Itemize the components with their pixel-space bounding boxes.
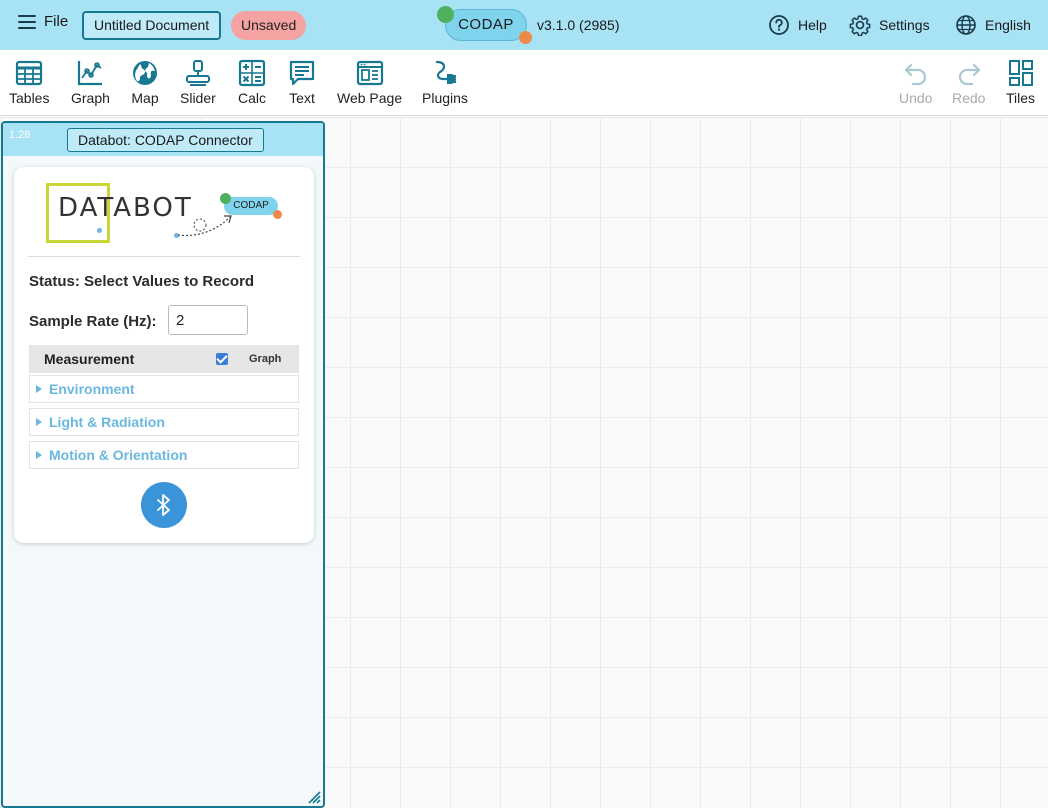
unsaved-badge: Unsaved (231, 11, 307, 40)
language-button[interactable]: English (955, 14, 1031, 36)
text-tool-label: Text (289, 90, 315, 106)
globe-icon (956, 15, 976, 35)
section-label: Light & Radiation (49, 414, 165, 430)
codap-logo: CODAP (437, 6, 532, 44)
file-menu-button[interactable]: File (18, 13, 68, 30)
graph-header-label: Graph (249, 353, 282, 365)
web-page-tool-label: Web Page (337, 90, 403, 106)
expand-arrow-icon (36, 451, 42, 459)
measurement-header: Measurement Graph (29, 345, 299, 373)
tiles-label: Tiles (1006, 90, 1036, 106)
document-title[interactable]: Untitled Document (82, 11, 222, 40)
undo-icon (904, 63, 926, 86)
plugins-tool-button[interactable]: Plugins (422, 59, 468, 106)
slider-icon (185, 60, 210, 86)
plugin-icon (435, 60, 456, 84)
graph-icon (78, 61, 103, 86)
undo-label: Undo (899, 90, 933, 106)
help-icon (769, 15, 789, 35)
databot-plugin-tile: 1.28 Databot: CODAP Connector DATABOT CO… (1, 121, 325, 808)
slider-tool-label: Slider (180, 90, 216, 106)
measurement-header-label: Measurement (44, 351, 135, 367)
tile-title-bar[interactable]: 1.28 Databot: CODAP Connector (3, 123, 323, 156)
expand-arrow-icon (36, 418, 42, 426)
tool-shelf: Tables Graph Map Slider Calc Text Web Pa… (0, 50, 1048, 116)
web-page-icon (356, 60, 383, 86)
redo-label: Redo (952, 90, 986, 106)
tile-version: 1.28 (9, 129, 31, 141)
redo-button[interactable]: Redo (952, 59, 985, 106)
text-icon (289, 60, 315, 86)
globe-icon (133, 61, 157, 85)
tiles-button[interactable]: Tiles (1006, 59, 1035, 106)
text-tool-button[interactable]: Text (288, 59, 316, 106)
section-light-radiation[interactable]: Light & Radiation (29, 408, 299, 436)
mini-codap-text: CODAP (233, 200, 269, 211)
help-button[interactable]: Help (768, 14, 827, 36)
app-name: CODAP (458, 16, 514, 33)
settings-label: Settings (879, 17, 930, 33)
plugins-tool-label: Plugins (422, 90, 468, 106)
section-motion-orientation[interactable]: Motion & Orientation (29, 441, 299, 469)
mini-green-dot (220, 193, 231, 204)
databot-panel: DATABOT CODAP Status: Select Values to R… (14, 167, 314, 543)
tiles-icon (1008, 60, 1033, 86)
calc-tool-button[interactable]: Calc (238, 59, 266, 106)
logo-arrow-icon (177, 215, 232, 237)
status-text: Status: Select Values to Record (29, 273, 255, 290)
redo-icon (958, 63, 980, 86)
tile-title[interactable]: Databot: CODAP Connector (67, 128, 264, 152)
logo-orange-dot (519, 31, 532, 44)
mini-orange-dot (273, 210, 282, 219)
hamburger-icon (18, 14, 36, 29)
file-menu-label: File (44, 13, 69, 30)
tables-tool-button[interactable]: Tables (9, 59, 49, 106)
menu-bar: File Untitled Document Unsaved CODAP v3.… (0, 0, 1048, 50)
web-page-tool-button[interactable]: Web Page (337, 59, 402, 106)
expand-arrow-icon (36, 385, 42, 393)
table-icon (16, 60, 43, 86)
app-version: v3.1.0 (2985) (537, 17, 620, 33)
language-label: English (985, 17, 1031, 33)
bluetooth-icon (157, 494, 170, 516)
graph-all-checkbox[interactable] (216, 353, 228, 365)
databot-logo-text: DATABOT (58, 193, 193, 223)
calc-tool-label: Calc (238, 90, 267, 106)
calculator-icon (238, 59, 266, 87)
section-environment[interactable]: Environment (29, 375, 299, 403)
map-tool-label: Map (131, 90, 159, 106)
gear-icon (849, 15, 871, 36)
logo-dot (97, 228, 102, 233)
sample-rate-input[interactable] (168, 305, 248, 335)
graph-tool-label: Graph (71, 90, 110, 106)
section-label: Environment (49, 381, 135, 397)
resize-handle-icon[interactable] (305, 788, 321, 804)
mini-codap-logo: CODAP (220, 193, 282, 219)
sample-rate-label: Sample Rate (Hz): (29, 313, 157, 330)
help-label: Help (798, 17, 827, 33)
section-label: Motion & Orientation (49, 447, 188, 463)
tables-tool-label: Tables (9, 90, 50, 106)
map-tool-button[interactable]: Map (131, 59, 159, 106)
slider-tool-button[interactable]: Slider (180, 59, 216, 106)
bluetooth-connect-button[interactable] (141, 482, 187, 528)
undo-button[interactable]: Undo (899, 59, 932, 106)
databot-logo: DATABOT CODAP (28, 177, 300, 257)
logo-green-dot (437, 6, 454, 23)
settings-button[interactable]: Settings (849, 14, 930, 36)
graph-tool-button[interactable]: Graph (71, 59, 110, 106)
